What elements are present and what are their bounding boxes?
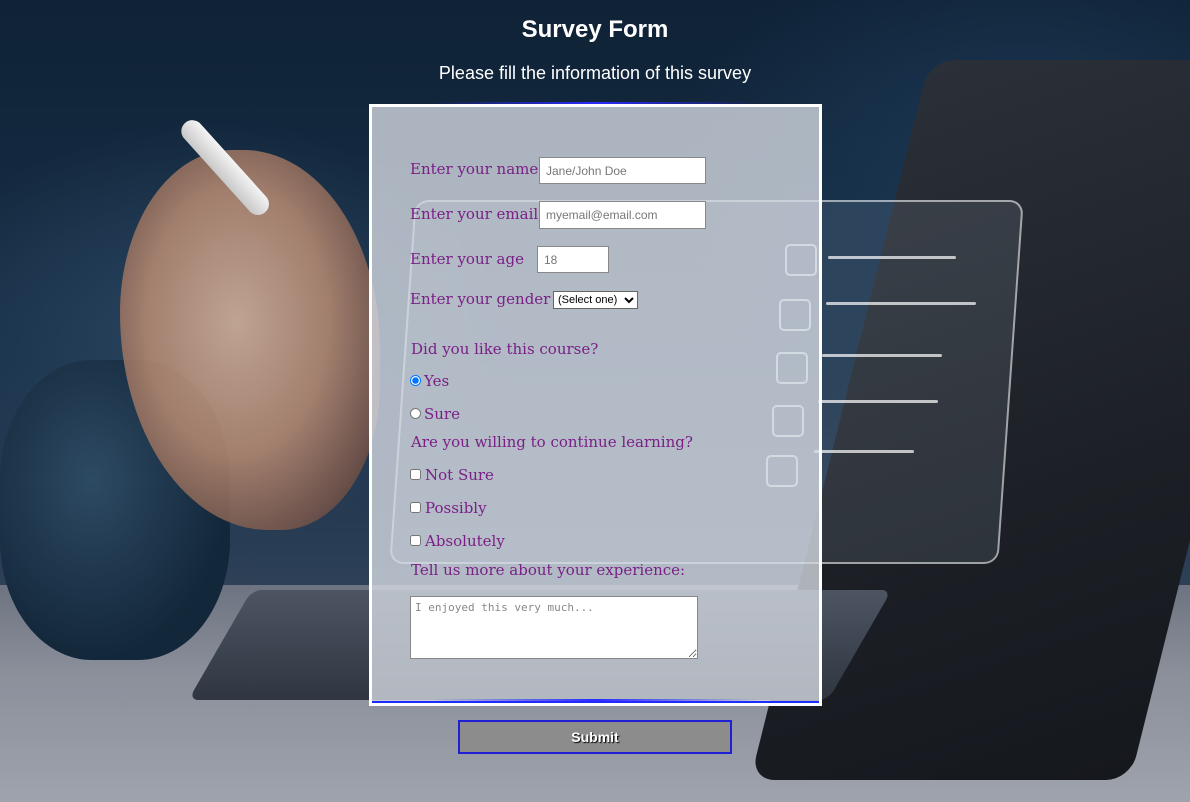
hologram-line <box>828 256 956 259</box>
email-input[interactable] <box>539 201 706 229</box>
name-label: Enter your name <box>410 160 539 178</box>
experience-textarea[interactable] <box>410 596 698 659</box>
submit-button[interactable]: Submit <box>458 720 732 754</box>
gender-label: Enter your gender <box>410 290 551 308</box>
age-label: Enter your age <box>410 250 524 268</box>
course-question: Did you like this course? <box>411 340 599 358</box>
course-yes-radio[interactable] <box>410 375 421 386</box>
absolutely-checkbox[interactable] <box>410 535 421 546</box>
experience-label: Tell us more about your experience: <box>411 561 686 579</box>
not-sure-checkbox[interactable] <box>410 469 421 480</box>
not-sure-label[interactable]: Not Sure <box>425 466 494 484</box>
card-glow-bottom <box>430 699 760 702</box>
gender-select[interactable]: (Select one) <box>553 291 638 309</box>
hologram-line <box>822 354 942 357</box>
possibly-label[interactable]: Possibly <box>425 499 487 517</box>
age-input[interactable] <box>537 246 609 273</box>
hologram-line <box>814 450 914 453</box>
name-input[interactable] <box>539 157 706 184</box>
course-yes-label[interactable]: Yes <box>424 372 449 390</box>
course-sure-label[interactable]: Sure <box>424 405 460 423</box>
page-description: Please fill the information of this surv… <box>438 63 752 83</box>
page-title: Survey Form <box>521 16 669 43</box>
email-label: Enter your email <box>410 205 539 223</box>
continue-question: Are you willing to continue learning? <box>411 433 693 451</box>
possibly-checkbox[interactable] <box>410 502 421 513</box>
hologram-line <box>818 400 938 403</box>
absolutely-label[interactable]: Absolutely <box>425 532 505 550</box>
hologram-line <box>826 302 976 305</box>
course-sure-radio[interactable] <box>410 408 421 419</box>
